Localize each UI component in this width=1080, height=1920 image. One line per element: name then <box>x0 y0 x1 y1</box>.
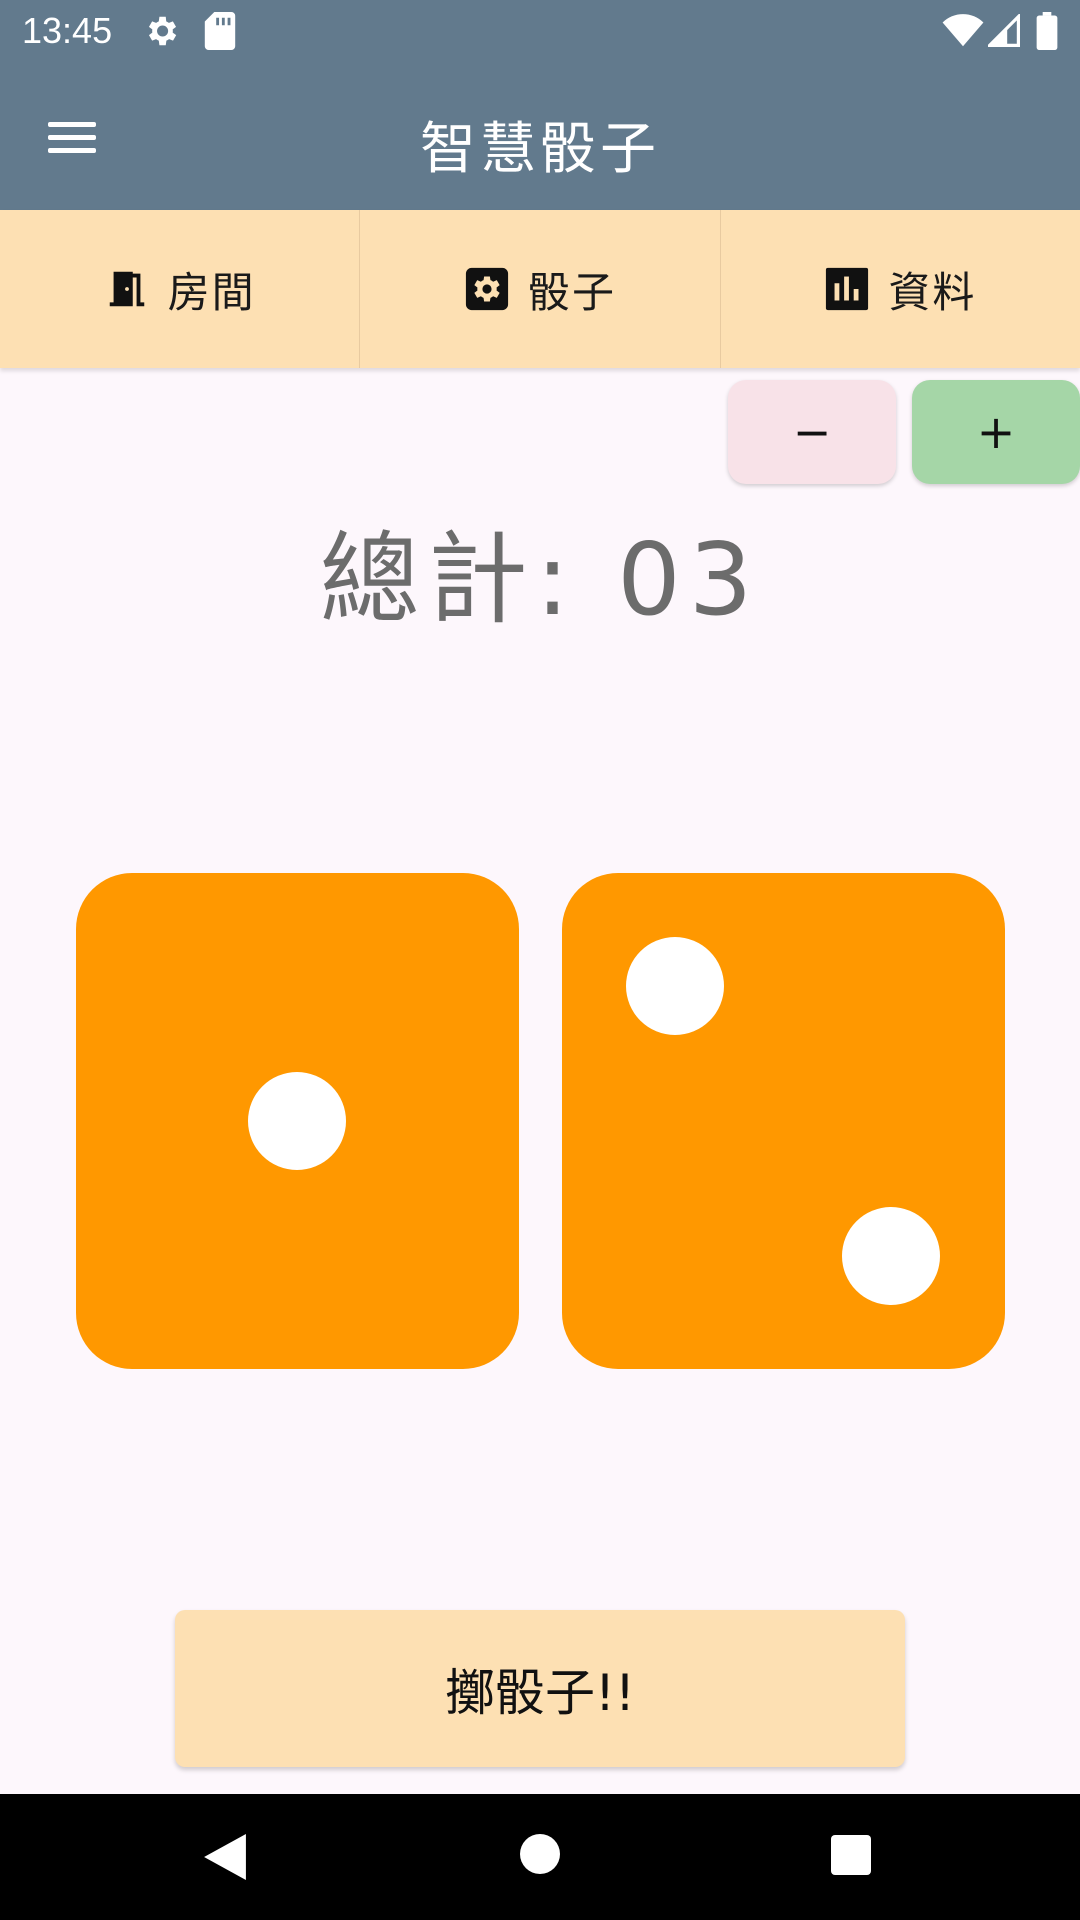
app-title: 智慧骰子 <box>420 117 660 182</box>
die-pip <box>248 1072 346 1170</box>
tab-room[interactable]: 房間 <box>0 210 361 368</box>
door-icon <box>104 266 150 312</box>
settings-icon <box>142 12 180 54</box>
tab-label-data: 資料 <box>888 267 977 317</box>
app-bar: 智慧骰子 <box>0 64 1080 210</box>
status-bar: 13:45 <box>0 0 1080 64</box>
bar-chart-icon <box>824 266 870 312</box>
recents-icon[interactable] <box>831 1835 871 1879</box>
tab-bar: 房間 骰子 資料 <box>0 210 1080 368</box>
tab-data[interactable]: 資料 <box>721 210 1080 368</box>
die-pip <box>842 1207 940 1305</box>
increase-dice-button[interactable]: + <box>912 380 1080 484</box>
back-icon[interactable] <box>204 1834 246 1884</box>
battery-icon <box>1036 12 1058 54</box>
total-label: 總計: <box>319 521 578 638</box>
cell-signal-icon <box>985 12 1020 52</box>
sd-card-icon <box>204 12 236 54</box>
system-nav-bar <box>0 1794 1080 1920</box>
total-value: 03 <box>617 521 761 638</box>
tab-label-dice: 骰子 <box>527 267 616 317</box>
die-1[interactable] <box>76 873 519 1369</box>
tab-label-room: 房間 <box>167 267 256 317</box>
tab-dice[interactable]: 骰子 <box>360 210 721 368</box>
home-icon[interactable] <box>520 1834 560 1878</box>
die-pip <box>626 937 724 1035</box>
roll-dice-button[interactable]: 擲骰子!! <box>175 1610 905 1767</box>
dice-settings-icon <box>464 266 510 312</box>
decrease-dice-button[interactable]: − <box>728 380 896 484</box>
wifi-icon <box>942 14 984 52</box>
status-time: 13:45 <box>22 10 113 51</box>
die-2[interactable] <box>562 873 1005 1369</box>
total-display: 總計: 03 <box>0 498 1080 643</box>
